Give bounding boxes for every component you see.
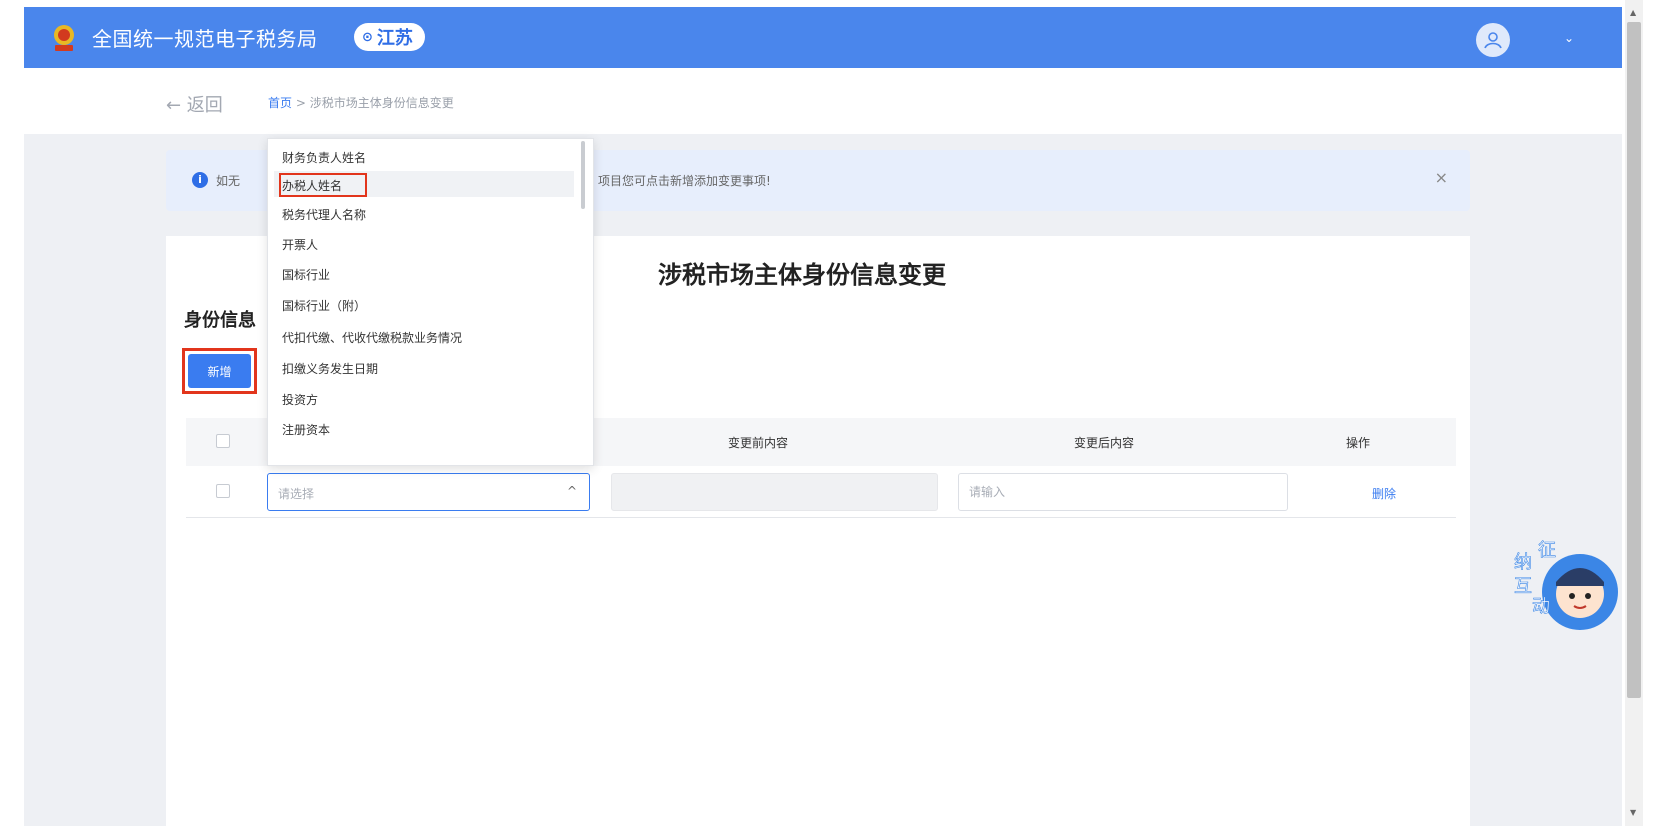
dropdown-option[interactable]: 国标行业（附） <box>282 297 366 314</box>
delete-link[interactable]: 删除 <box>1372 485 1396 502</box>
after-content-input[interactable] <box>958 473 1288 511</box>
select-placeholder: 请选择 <box>278 487 315 501</box>
mascot-char: 互 <box>1514 576 1532 597</box>
region-selector[interactable]: ⊙ 江苏 <box>354 23 425 51</box>
breadcrumb-separator: > <box>292 96 310 110</box>
mascot-icon[interactable]: 征 纳 互 动 <box>1508 532 1620 642</box>
section-title: 身份信息 <box>184 310 256 331</box>
breadcrumb-home[interactable]: 首页 <box>268 96 292 110</box>
page-title: 涉税市场主体身份信息变更 <box>658 261 946 289</box>
top-header: 全国统一规范电子税务局 ⊙ 江苏 ⌄ <box>24 7 1622 68</box>
row-checkbox[interactable] <box>216 484 230 498</box>
chevron-up-icon: ^ <box>566 484 577 498</box>
dropdown-option[interactable]: 注册资本 <box>282 421 330 438</box>
scroll-up-icon[interactable]: ▲ <box>1630 8 1636 17</box>
dropdown-option[interactable]: 开票人 <box>282 236 318 253</box>
header-action: 操作 <box>1346 436 1371 450</box>
breadcrumb-current: 涉税市场主体身份信息变更 <box>309 96 454 110</box>
breadcrumb: 首页 > 涉税市场主体身份信息变更 <box>268 94 454 111</box>
tax-emblem-icon <box>54 25 74 51</box>
mascot-char: 动 <box>1532 596 1550 617</box>
mascot-char: 纳 <box>1514 552 1532 573</box>
change-item-select[interactable]: 请选择 ^ <box>267 473 590 511</box>
dropdown-scrollbar[interactable] <box>581 141 585 209</box>
site-title[interactable]: 全国统一规范电子税务局 <box>92 23 318 52</box>
close-icon[interactable]: × <box>1435 168 1448 187</box>
dropdown-option[interactable]: 国标行业 <box>282 266 330 283</box>
user-avatar-icon[interactable] <box>1476 23 1510 57</box>
select-all-checkbox[interactable] <box>216 434 230 448</box>
info-icon: i <box>192 172 208 188</box>
add-button-highlight: 新增 <box>182 348 257 394</box>
page-scrollbar-thumb[interactable] <box>1627 22 1641 698</box>
notice-text-end: 项目您可点击新增添加变更事项! <box>598 174 771 188</box>
location-pin-icon: ⊙ <box>362 29 373 45</box>
region-label: 江苏 <box>376 28 413 49</box>
dropdown-option[interactable]: 代扣代缴、代收代缴税款业务情况 <box>282 329 462 346</box>
chevron-down-icon[interactable]: ⌄ <box>1564 31 1574 45</box>
dropdown-option[interactable]: 财务负责人姓名 <box>282 149 366 166</box>
select-dropdown: 财务负责人姓名 办税人姓名 税务代理人名称 开票人 国标行业 国标行业（附） 代… <box>267 138 594 466</box>
dropdown-option[interactable]: 扣缴义务发生日期 <box>282 360 378 377</box>
header-after: 变更后内容 <box>1074 436 1135 450</box>
scroll-down-icon[interactable]: ▼ <box>1630 808 1636 817</box>
back-link[interactable]: ← 返回 <box>166 91 223 117</box>
notice-text-start: 如无 <box>216 174 241 188</box>
selected-option-highlight <box>279 173 367 197</box>
dropdown-option[interactable]: 税务代理人名称 <box>282 206 366 223</box>
breadcrumb-bar <box>24 68 1622 134</box>
add-button[interactable]: 新增 <box>188 354 251 388</box>
before-content-field <box>611 473 938 511</box>
header-before: 变更前内容 <box>728 436 789 450</box>
dropdown-option[interactable]: 投资方 <box>282 391 318 408</box>
mascot-char: 征 <box>1538 540 1556 561</box>
